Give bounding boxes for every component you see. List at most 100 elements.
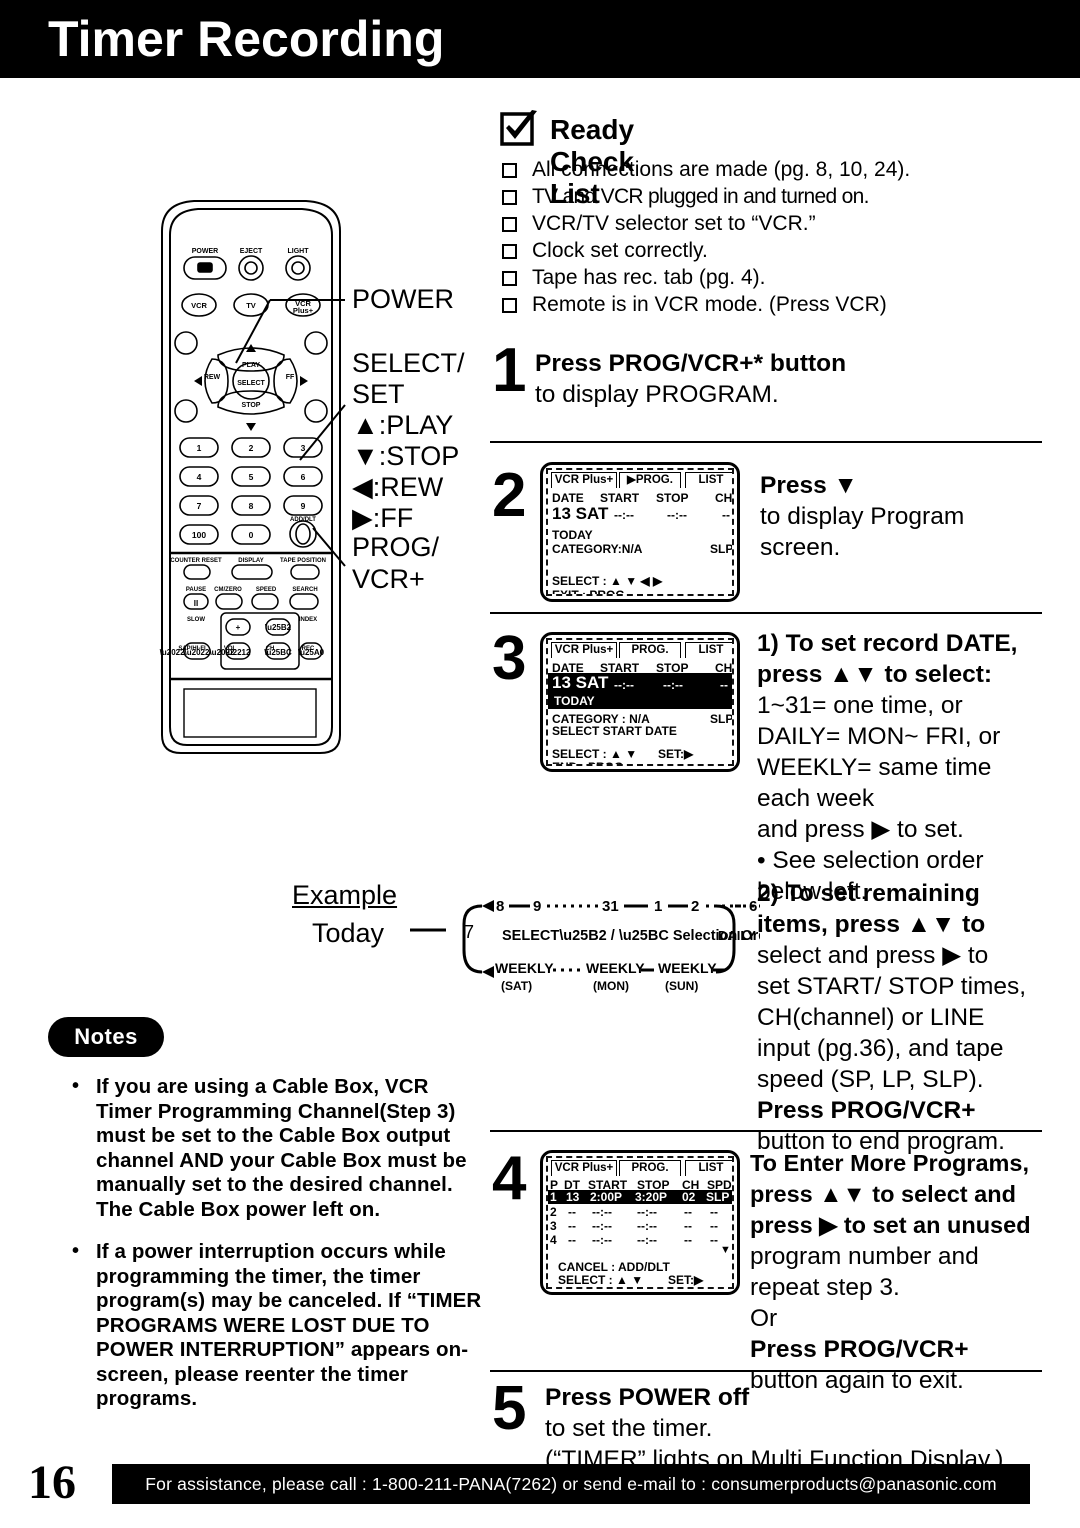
notes-list: • If you are using a Cable Box, VCR Time… xyxy=(70,1075,490,1430)
osd-row-p: 3 xyxy=(550,1219,557,1233)
checklist-row[interactable]: Remote is in VCR mode. (Press VCR) xyxy=(500,293,1060,320)
svg-text:2: 2 xyxy=(691,898,699,915)
osd-row-ch: 02 xyxy=(682,1190,696,1204)
checkbox-icon[interactable] xyxy=(502,217,517,232)
step-4-line-2: press ▲▼ to select and xyxy=(750,1181,1016,1207)
checkbox-icon[interactable] xyxy=(502,271,517,286)
checkbox-icon[interactable] xyxy=(502,298,517,313)
osd-selected-row-step3[interactable]: 13 SAT --:-- --:-- -- TODAY xyxy=(548,673,732,709)
step-3b-line-2: items, press ▲▼ to xyxy=(757,911,986,938)
osd-row-p: 2 xyxy=(550,1205,557,1219)
bullet-icon: • xyxy=(72,1075,80,1097)
step-3-number: 3 xyxy=(492,624,527,693)
osd-tab-vcrplus[interactable]: VCR Plus+ xyxy=(551,642,617,658)
osd-tabs-step3: VCR Plus+ PROG. LIST xyxy=(551,642,732,659)
osd-program-row-step2[interactable]: 13 SAT --:-- --:-- -- xyxy=(552,504,730,524)
step-4-line-3: press ▶ to set an unused xyxy=(750,1212,1031,1238)
osd-prompt-step3: SELECT START DATE xyxy=(552,724,677,738)
checklist-row[interactable]: Tape has rec. tab (pg. 4). xyxy=(500,266,1060,293)
osd-tab-vcrplus[interactable]: VCR Plus+ xyxy=(551,1160,617,1176)
osd-tab-vcrplus[interactable]: VCR Plus+ xyxy=(551,472,617,488)
osd-tab-prog[interactable]: PROG. xyxy=(619,642,681,658)
svg-text:9: 9 xyxy=(533,898,541,915)
svg-text:STOP: STOP xyxy=(242,402,261,409)
svg-text:3: 3 xyxy=(301,443,306,453)
step-3-line-3: 1~31= one time, or xyxy=(757,692,963,719)
osd-tab-list[interactable]: LIST xyxy=(685,642,732,658)
step-3b-line-6: input (pg.36), and tape xyxy=(757,1035,1004,1062)
svg-text:8: 8 xyxy=(496,898,504,915)
checklist-row[interactable]: TV and VCR plugged in and turned on. xyxy=(500,185,1060,212)
step-4-line-4: program number and xyxy=(750,1243,979,1270)
checkbox-icon[interactable] xyxy=(502,163,517,178)
svg-text:VCR: VCR xyxy=(191,301,207,310)
osd-footer2b-step4: SET:▶ xyxy=(668,1273,704,1287)
osd-tab-list[interactable]: LIST xyxy=(685,1160,732,1176)
svg-text:1: 1 xyxy=(654,898,662,915)
svg-text:7: 7 xyxy=(197,501,202,511)
osd-tab-prog[interactable]: PROG. xyxy=(619,1160,681,1176)
osd-header-ch: CH xyxy=(715,491,733,505)
checklist-label: VCR/TV selector set to “VCR.” xyxy=(532,212,816,235)
divider-3 xyxy=(490,1130,1042,1132)
osd-row-stop: 3:20P xyxy=(635,1190,668,1204)
osd-inner-step3: VCR Plus+ PROG. LIST DATE START STOP CH … xyxy=(546,638,734,766)
scroll-down-icon[interactable]: ▼ xyxy=(720,1244,731,1256)
step-4-number: 4 xyxy=(492,1144,527,1213)
osd-row-p: 4 xyxy=(550,1233,557,1247)
svg-text:POWER: POWER xyxy=(192,248,218,255)
checklist-row[interactable]: All connections are made (pg. 8, 10, 24)… xyxy=(500,158,1060,185)
step-4-line-6: Or xyxy=(750,1305,778,1332)
osd-footer1b-step3: SET:▶ xyxy=(658,747,694,761)
step-3-line-8: • See selection order xyxy=(757,847,984,874)
osd-tab-list[interactable]: LIST xyxy=(685,472,732,488)
svg-text:4: 4 xyxy=(197,472,202,482)
checkbox-icon[interactable] xyxy=(502,190,517,205)
checklist-row[interactable]: Clock set correctly. xyxy=(500,239,1060,266)
svg-text:0: 0 xyxy=(249,530,254,540)
svg-text:FF: FF xyxy=(286,374,295,381)
select-key-stop: ▼:STOP xyxy=(352,441,460,471)
checkbox-icon[interactable] xyxy=(502,244,517,259)
svg-text:31: 31 xyxy=(602,898,619,915)
note-text: If a power interruption occurs while pro… xyxy=(96,1240,482,1410)
step-3-line-1: 1) To set record DATE, xyxy=(757,630,1018,657)
step-5-line-2: to set the timer. xyxy=(545,1415,713,1442)
svg-text:\u25B2: \u25B2 xyxy=(265,623,292,632)
svg-text:SELECT: SELECT xyxy=(237,380,265,387)
note-text: If you are using a Cable Box, VCR Timer … xyxy=(96,1075,467,1221)
osd-footer2-step4: SELECT : ▲ ▼ xyxy=(558,1273,644,1287)
osd-row-ch: -- xyxy=(684,1233,692,1247)
divider-1 xyxy=(490,441,1042,443)
svg-text:7: 7 xyxy=(464,922,474,942)
osd-value-stop: --:-- xyxy=(667,508,687,522)
checklist-label: TV and VCR plugged in and turned on. xyxy=(532,185,869,208)
step-3b-line-8: Press PROG/VCR+ xyxy=(757,1097,976,1124)
svg-text:(SUN): (SUN) xyxy=(665,979,698,993)
osd-row-stop: --:-- xyxy=(637,1205,657,1219)
checklist-row[interactable]: VCR/TV selector set to “VCR.” xyxy=(500,212,1060,239)
example-title: Example xyxy=(292,880,398,910)
osd-row-dt: 13 xyxy=(566,1190,580,1204)
svg-text:PLAY: PLAY xyxy=(242,362,260,369)
osd-today-step3: TODAY xyxy=(554,694,595,708)
step-5-text: Press POWER off to set the timer. (“TIME… xyxy=(545,1382,1003,1475)
step-3-line-7: and press ▶ to set. xyxy=(757,816,964,843)
osd-row-stop: --:-- xyxy=(637,1233,657,1247)
osd-footer1-step2: SELECT : ▲ ▼ ◀ ▶ xyxy=(552,574,663,588)
step-5-number: 5 xyxy=(492,1374,527,1443)
remote-callout-select-set: SELECT/ SET ▲:PLAY ▼:STOP ◀:REW ▶:FF xyxy=(352,348,465,534)
osd-list-row[interactable]: 1 13 2:00P 3:20P 02 SLP xyxy=(548,1190,732,1204)
osd-header-start: START xyxy=(600,491,640,505)
svg-text:WEEKLY: WEEKLY xyxy=(586,960,645,976)
step-1-line-2: to display PROGRAM. xyxy=(535,381,779,408)
osd-footer2-step2: EXIT : PROG xyxy=(552,588,625,596)
step-4-line-7: Press PROG/VCR+ xyxy=(750,1336,969,1363)
osd-speed-step2: SLP xyxy=(710,542,734,556)
osd-tab-prog[interactable]: ▶PROG. xyxy=(619,472,681,488)
svg-text:6: 6 xyxy=(301,472,306,482)
svg-text:+: + xyxy=(236,623,241,632)
divider-4 xyxy=(490,1370,1042,1372)
step-4-text: To Enter More Programs, press ▲▼ to sele… xyxy=(750,1148,1031,1396)
divider-2 xyxy=(490,612,1042,614)
